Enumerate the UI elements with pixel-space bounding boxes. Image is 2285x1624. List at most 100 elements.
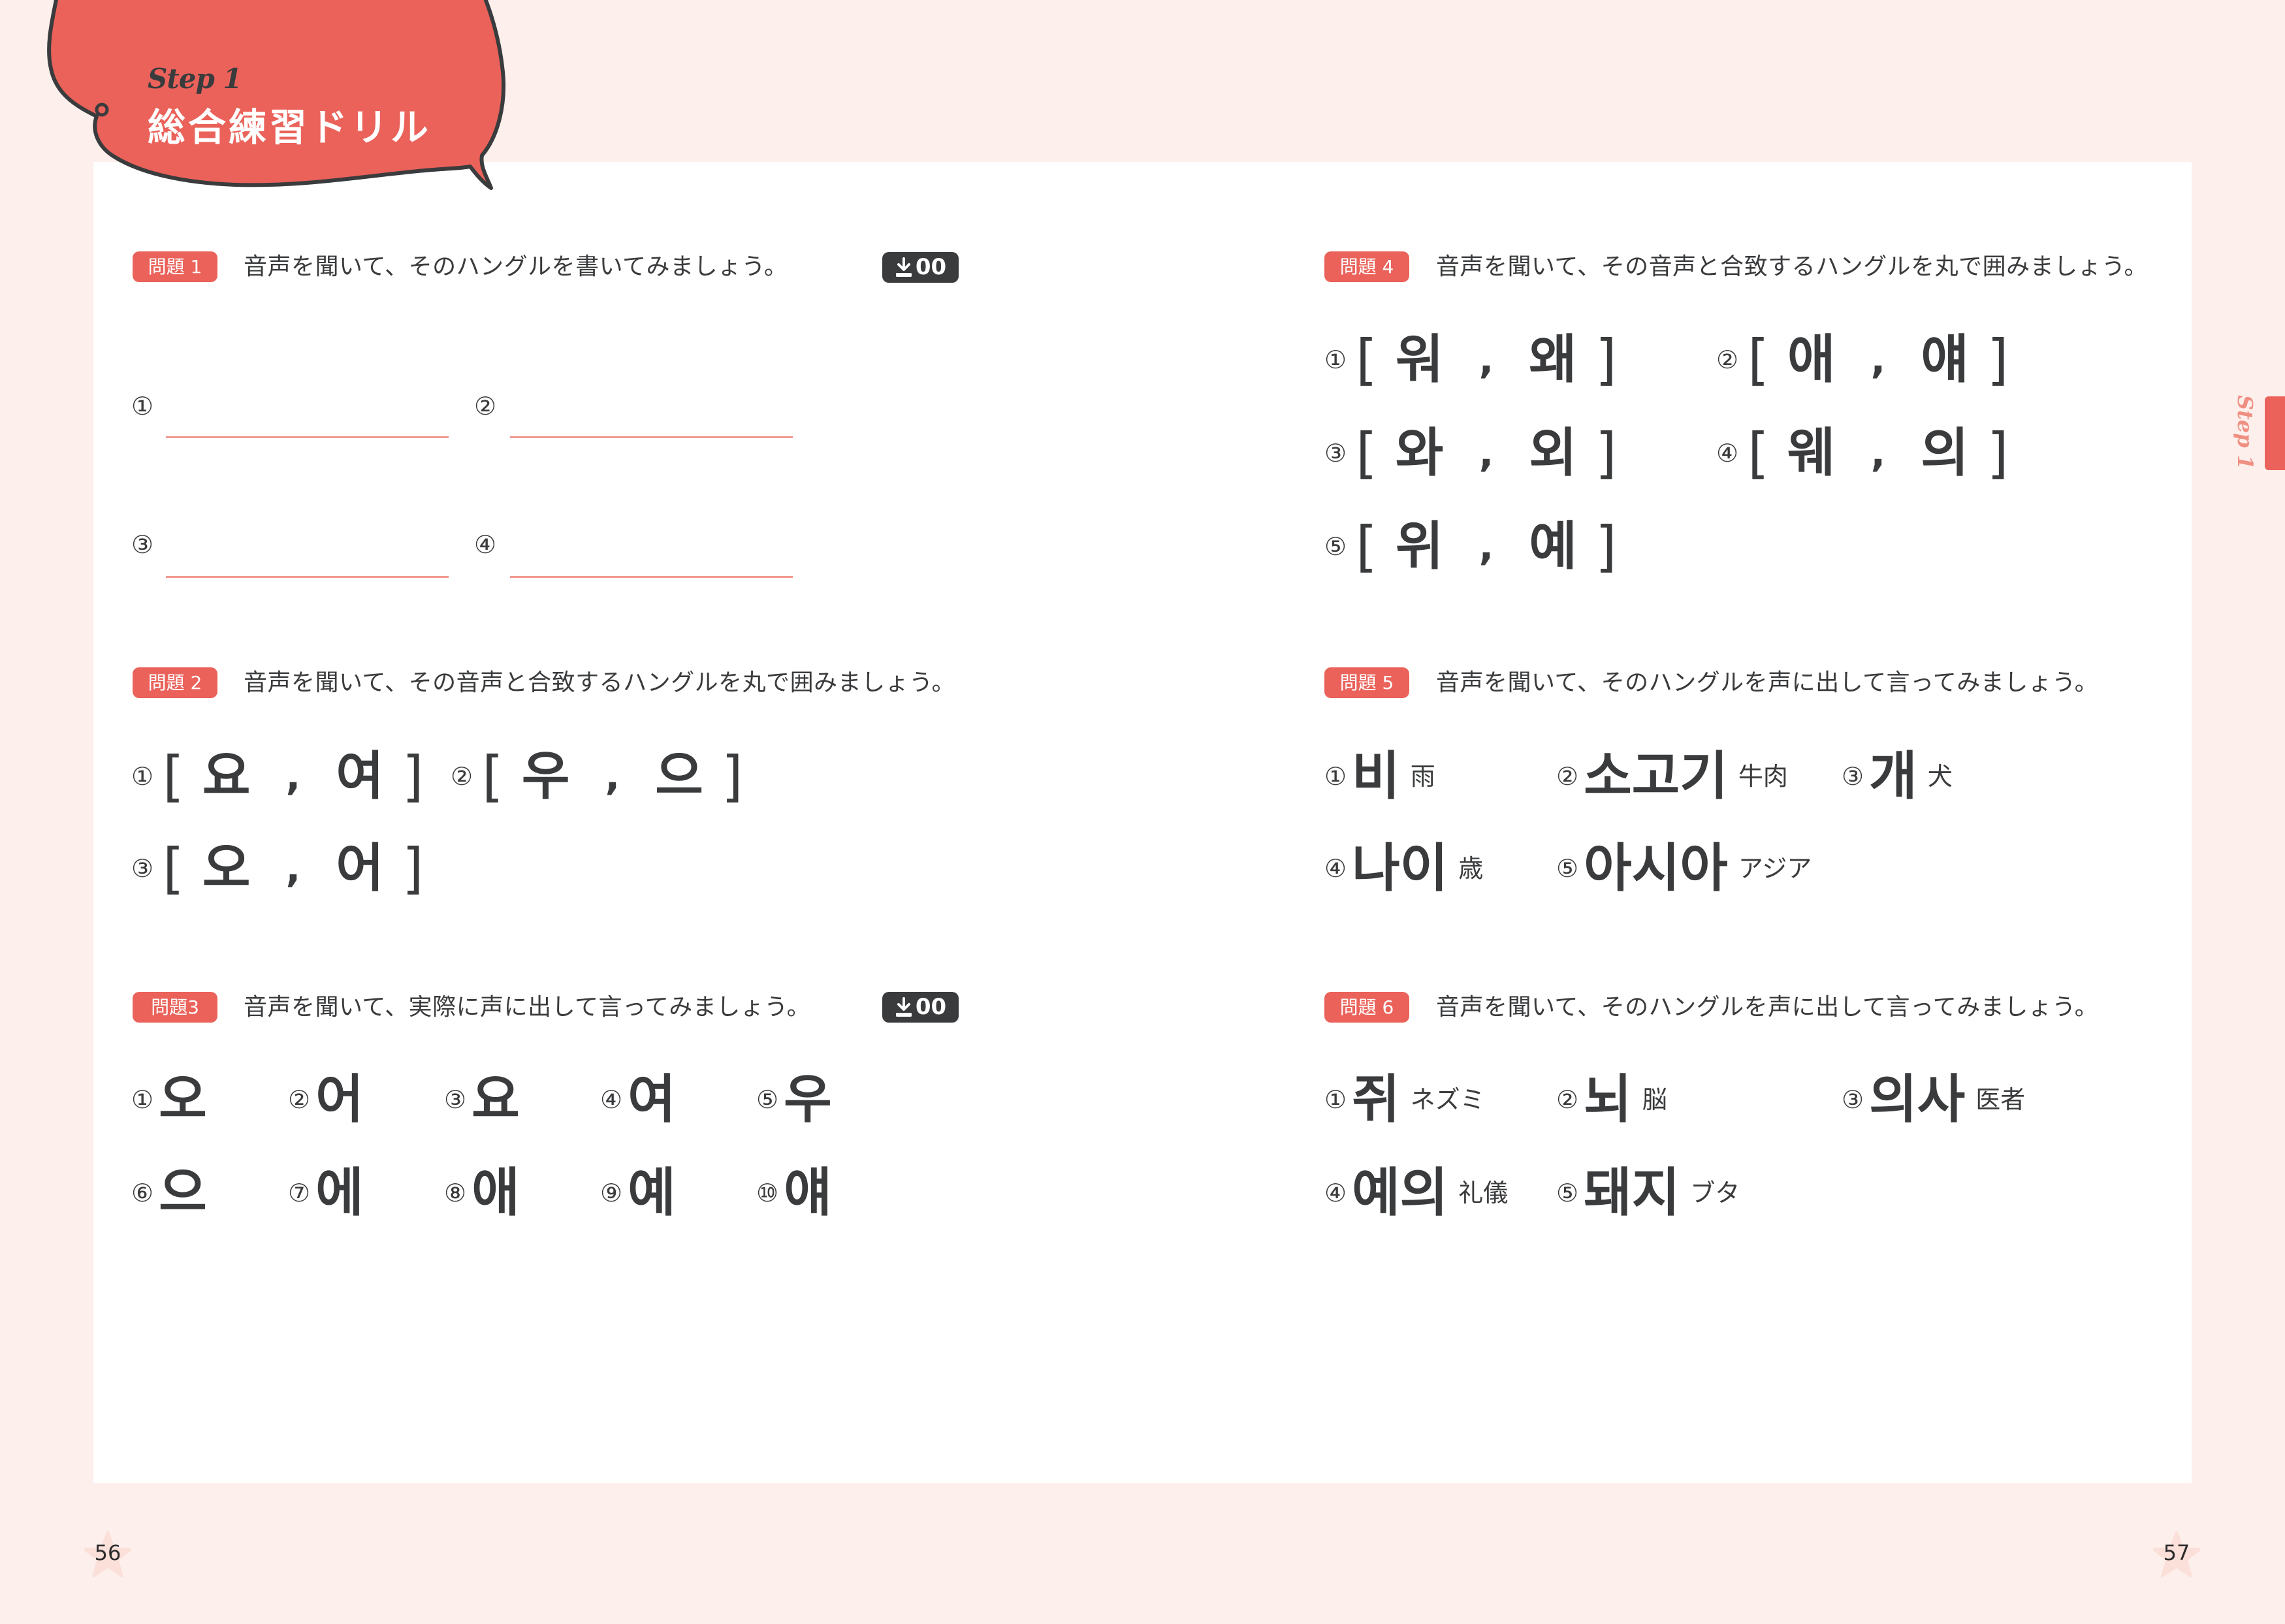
bracket-open: [ — [482, 744, 503, 808]
item-number: ③ — [444, 1085, 467, 1114]
audio-track-button-3[interactable]: 00 — [882, 992, 959, 1023]
gloss: ネズミ — [1410, 1085, 1485, 1114]
bracket-close: ] — [1987, 328, 2009, 392]
comma: , — [605, 754, 620, 799]
question-badge-4: 問題 4 — [1324, 251, 1409, 282]
answer-line-1[interactable] — [166, 436, 449, 438]
side-tab-label: Step 1 — [2233, 394, 2258, 470]
choice-option[interactable]: 애 — [1787, 334, 1836, 386]
choice-option[interactable]: 얘 — [1921, 334, 1969, 386]
vowel-item: ①오 — [131, 1074, 207, 1126]
question-badge-3: 問題3 — [133, 992, 217, 1023]
choice-option[interactable]: 어 — [336, 842, 384, 895]
gloss: 歳 — [1458, 854, 1484, 883]
gloss: 雨 — [1410, 762, 1435, 791]
hangul: 개 — [1869, 746, 1917, 806]
hangul: 어 — [315, 1069, 364, 1130]
bracket-open: [ — [1356, 515, 1377, 579]
bracket-close: ] — [1595, 328, 1617, 392]
item-number: ② — [1556, 762, 1579, 791]
hangul: 나이 — [1352, 838, 1448, 899]
comma: , — [1478, 524, 1494, 569]
side-tab-marker — [2265, 396, 2285, 470]
hangul: 뇌 — [1584, 1069, 1632, 1130]
choice-option[interactable]: 오 — [202, 842, 251, 895]
item-number: ② — [288, 1085, 311, 1114]
hangul: 예 — [628, 1162, 676, 1223]
choice-option[interactable]: 위 — [1396, 520, 1444, 573]
gloss: 医者 — [1975, 1085, 2026, 1114]
answer-line-2[interactable] — [510, 436, 793, 438]
answer-line-4[interactable] — [510, 576, 793, 578]
question-badge-5: 問題 5 — [1324, 667, 1409, 698]
item-number: ① — [1324, 1085, 1347, 1114]
item-number: ① — [131, 392, 154, 421]
question-badge-2: 問題 2 — [133, 667, 217, 698]
item-number: ④ — [1716, 439, 1739, 468]
choice-option[interactable]: 왜 — [1529, 334, 1577, 386]
hangul: 쥐 — [1352, 1069, 1400, 1130]
vowel-item: ⑥으 — [131, 1167, 207, 1219]
page-title: 総合練習ドリル — [148, 105, 432, 150]
hangul: 으 — [159, 1162, 207, 1223]
audio-track-number: 00 — [915, 994, 947, 1020]
choice-pair: ② [ 우 , 으 ] — [451, 749, 743, 804]
answer-line-3[interactable] — [166, 576, 449, 578]
item-number: ② — [474, 392, 497, 421]
bracket-close: ] — [1987, 421, 2009, 485]
item-number: ⑨ — [600, 1179, 623, 1207]
comma: , — [1870, 430, 1886, 476]
vocab-item: ① 쥐 ネズミ — [1324, 1074, 1485, 1126]
choice-option[interactable]: 웨 — [1787, 427, 1836, 479]
item-number: ④ — [1324, 1179, 1347, 1207]
item-number: ⑩ — [756, 1179, 779, 1207]
bracket-close: ] — [1595, 421, 1617, 485]
choice-option[interactable]: 요 — [202, 750, 251, 803]
gloss: 礼儀 — [1458, 1179, 1509, 1207]
item-number: ② — [1716, 345, 1739, 374]
gloss: 牛肉 — [1738, 762, 1788, 791]
hangul: 얘 — [784, 1162, 832, 1223]
item-number: ④ — [474, 530, 497, 559]
choice-option[interactable]: 외 — [1529, 427, 1577, 479]
choice-option[interactable]: 우 — [522, 750, 570, 803]
vowel-item: ④여 — [600, 1074, 676, 1126]
choice-pair: ⑤ [ 위 , 예 ] — [1324, 519, 1617, 574]
item-number: ① — [131, 1085, 154, 1114]
hangul: 애 — [471, 1162, 520, 1223]
vocab-item: ②뇌脳 — [1556, 1074, 1667, 1126]
item-number: ④ — [600, 1085, 623, 1114]
choice-option[interactable]: 으 — [655, 750, 703, 803]
item-number: ② — [451, 762, 473, 791]
comma: , — [285, 846, 301, 891]
audio-track-button-1[interactable]: 00 — [882, 252, 959, 283]
item-number: ③ — [1842, 1085, 1864, 1114]
item-number: ① — [131, 762, 154, 791]
bracket-close: ] — [721, 744, 743, 808]
item-number: ③ — [1842, 762, 1864, 791]
vocab-item: ④ 예의 礼儀 — [1324, 1167, 1508, 1219]
vowel-item: ⑨예 — [600, 1167, 676, 1219]
hangul: 여 — [628, 1069, 676, 1130]
bracket-close: ] — [402, 836, 424, 900]
choice-option[interactable]: 워 — [1396, 334, 1444, 386]
vowel-item: ②어 — [288, 1074, 364, 1126]
item-number: ③ — [131, 530, 154, 559]
hangul: 예의 — [1352, 1162, 1448, 1223]
item-number: ② — [1556, 1085, 1579, 1114]
item-number: ⑦ — [288, 1179, 311, 1207]
step-label: Step 1 — [148, 63, 242, 95]
vowel-item: ⑦에 — [288, 1167, 364, 1219]
choice-option[interactable]: 예 — [1529, 520, 1577, 573]
vocab-item: ③개犬 — [1842, 750, 1953, 803]
question-instruction-2: 音声を聞いて、その音声と合致するハングルを丸で囲みましょう。 — [244, 669, 955, 696]
hangul: 에 — [315, 1162, 364, 1223]
item-number: ⑤ — [1324, 532, 1347, 561]
choice-option[interactable]: 여 — [336, 750, 384, 803]
item-number: ⑥ — [131, 1179, 154, 1207]
choice-option[interactable]: 의 — [1921, 427, 1969, 479]
comma: , — [285, 754, 301, 799]
comma: , — [1478, 430, 1494, 476]
choice-option[interactable]: 와 — [1396, 427, 1444, 479]
comma: , — [1870, 337, 1886, 383]
